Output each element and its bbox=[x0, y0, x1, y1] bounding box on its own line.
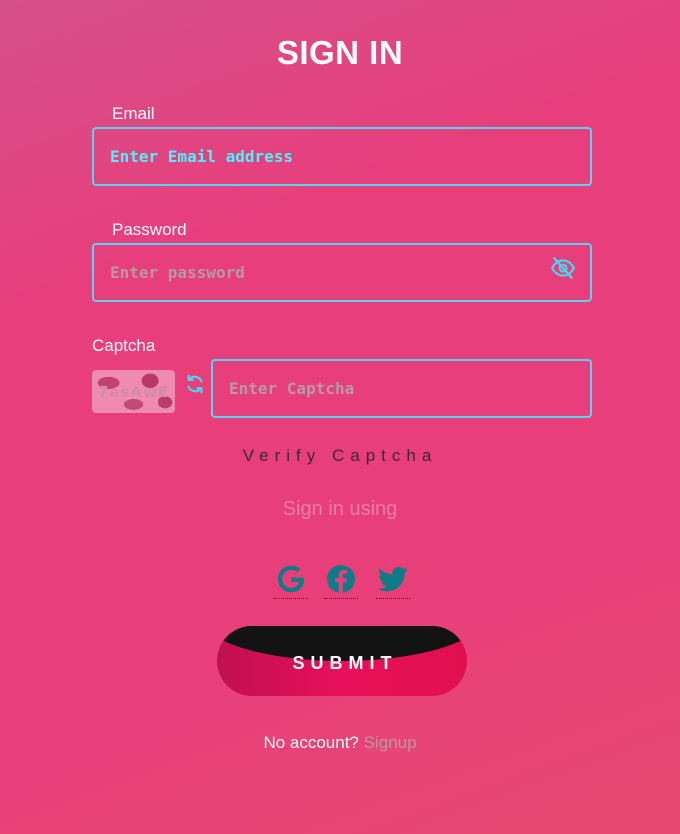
submit-button[interactable]: SUBMIT bbox=[217, 626, 467, 696]
signup-prompt: No account? Signup bbox=[0, 733, 680, 753]
verify-captcha-button[interactable]: Verify Captcha bbox=[0, 446, 680, 466]
submit-label: SUBMIT bbox=[292, 652, 398, 673]
email-field-box bbox=[92, 127, 592, 186]
facebook-button[interactable] bbox=[324, 563, 358, 599]
password-label: Password bbox=[112, 220, 187, 239]
google-button[interactable] bbox=[274, 563, 308, 599]
social-heading: Sign in using bbox=[282, 498, 398, 520]
facebook-icon bbox=[327, 565, 355, 593]
email-label: Email bbox=[112, 104, 155, 123]
refresh-icon[interactable] bbox=[184, 372, 206, 396]
captcha-label: Captcha bbox=[92, 336, 156, 355]
twitter-button[interactable] bbox=[376, 563, 410, 599]
password-field-box bbox=[92, 243, 592, 302]
signup-link[interactable]: Signup bbox=[364, 733, 417, 752]
page-title: SIGN IN bbox=[276, 34, 404, 71]
captcha-image: 7asAwE bbox=[92, 370, 175, 413]
password-input[interactable] bbox=[110, 245, 590, 300]
no-account-text: No account? bbox=[263, 733, 359, 752]
google-icon bbox=[277, 565, 304, 593]
captcha-image-text: 7asAwE bbox=[97, 382, 170, 401]
twitter-icon bbox=[377, 567, 408, 592]
captcha-input[interactable] bbox=[229, 361, 590, 416]
captcha-field-box bbox=[211, 359, 592, 418]
eye-off-icon[interactable] bbox=[550, 255, 576, 281]
email-input[interactable] bbox=[110, 129, 590, 184]
